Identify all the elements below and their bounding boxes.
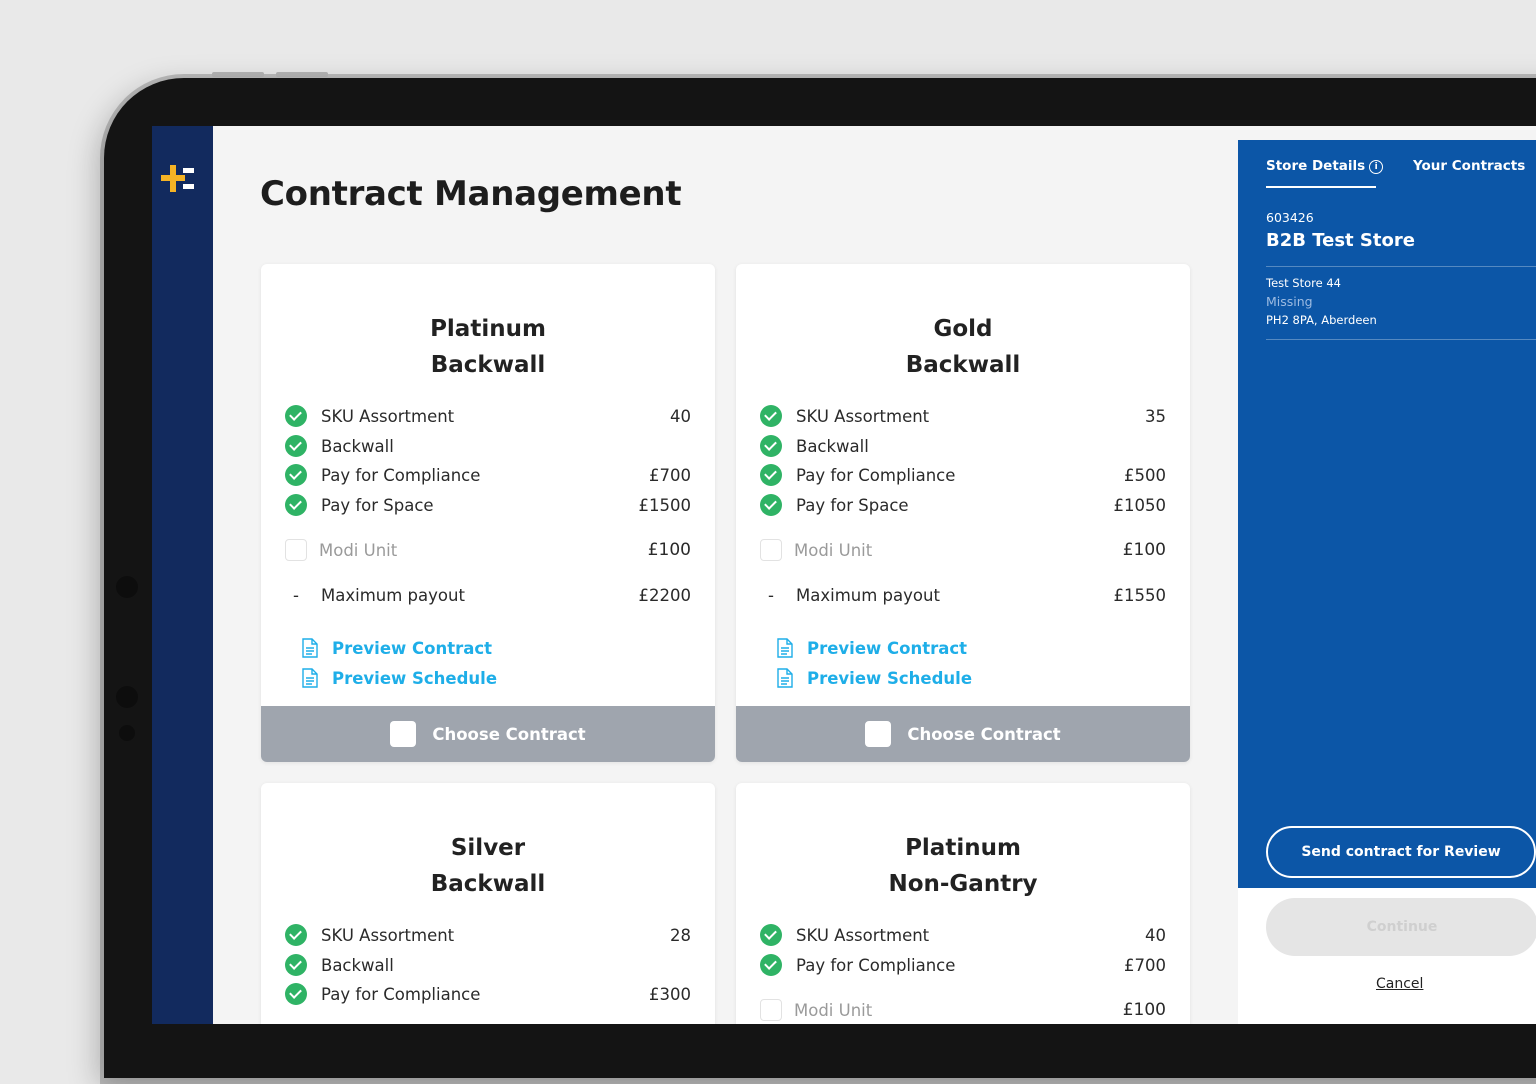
feature-row: SKU Assortment 28 [285, 922, 691, 948]
tablet-volume-button [212, 72, 264, 77]
cancel-link[interactable]: Cancel [1376, 976, 1423, 992]
page-title: Contract Management [260, 174, 682, 214]
feature-row: Pay for Space £1050 [760, 492, 1166, 518]
continue-button[interactable]: Continue [1266, 898, 1536, 956]
check-circle-icon [285, 405, 307, 427]
contract-card-silver-backwall: Silver Backwall SKU Assortment 28 Backwall… [261, 783, 715, 1024]
store-name: B2B Test Store [1266, 230, 1415, 251]
preview-schedule-link[interactable]: Preview Schedule [776, 665, 972, 691]
nav-rail [152, 126, 213, 1024]
info-icon[interactable]: i [1369, 160, 1384, 174]
address-line-2: Missing [1266, 294, 1313, 309]
feature-row: SKU Assortment 40 [285, 403, 691, 429]
preview-contract-link[interactable]: Preview Contract [776, 635, 967, 661]
tablet-sensor [116, 686, 138, 708]
tab-store-details[interactable]: Store Details i [1266, 158, 1384, 174]
feature-row: Pay for Compliance £500 [760, 462, 1166, 488]
check-circle-icon [760, 954, 782, 976]
max-payout-row: - Maximum payout £2200 [293, 585, 691, 605]
divider [1266, 266, 1536, 267]
preview-contract-link[interactable]: Preview Contract [301, 635, 492, 661]
feature-row: Pay for Compliance £300 [285, 981, 691, 1007]
feature-row: SKU Assortment 35 [760, 403, 1166, 429]
store-id: 603426 [1266, 210, 1314, 225]
divider [1266, 339, 1536, 340]
document-icon [777, 638, 793, 658]
optional-feature-row[interactable]: Modi Unit £100 [285, 537, 691, 563]
modi-unit-checkbox[interactable] [285, 539, 307, 561]
send-contract-for-review-button[interactable]: Send contract for Review [1266, 826, 1536, 878]
document-icon [302, 668, 318, 688]
check-circle-icon [285, 924, 307, 946]
tablet-volume-button [276, 72, 328, 77]
document-icon [302, 638, 318, 658]
document-icon [777, 668, 793, 688]
optional-feature-row[interactable]: Modi Unit £100 [760, 537, 1166, 563]
contract-title: Platinum Non-Gantry [888, 835, 1038, 897]
check-circle-icon [760, 405, 782, 427]
tablet-camera [116, 576, 138, 598]
contract-title: Platinum Backwall [430, 316, 546, 378]
app-screen: Contract Management Platinum Backwall SKU… [152, 126, 1536, 1024]
feature-row: Backwall [760, 433, 1166, 459]
feature-row: Pay for Compliance £700 [760, 952, 1166, 978]
feature-row: Backwall [285, 433, 691, 459]
choose-checkbox[interactable] [865, 721, 892, 747]
tab-your-contracts[interactable]: Your Contracts [1413, 158, 1525, 174]
contract-card-platinum-backwall: Platinum Backwall SKU Assortment 40 Backwa… [261, 264, 715, 762]
optional-feature-row[interactable]: Modi Unit £100 [760, 997, 1166, 1023]
check-circle-icon [285, 464, 307, 486]
choose-contract-button[interactable]: Choose Contract [261, 706, 715, 762]
check-circle-icon [285, 954, 307, 976]
max-payout-row: - Maximum payout £1550 [768, 585, 1166, 605]
feature-row: SKU Assortment 40 [760, 922, 1166, 948]
check-circle-icon [760, 435, 782, 457]
contract-card-platinum-non-gantry: Platinum Non-Gantry SKU Assortment 40 Pay … [736, 783, 1190, 1024]
check-circle-icon [285, 494, 307, 516]
store-details-panel: Store Details i Your Contracts 603426 B2B… [1238, 140, 1536, 888]
address-line-1: Test Store 44 [1266, 276, 1341, 290]
modi-unit-checkbox[interactable] [760, 999, 782, 1021]
feature-row: Pay for Compliance £700 [285, 462, 691, 488]
feature-row: Backwall [285, 952, 691, 978]
preview-schedule-link[interactable]: Preview Schedule [301, 665, 497, 691]
panel-actions: Continue Cancel [1238, 888, 1536, 1024]
active-tab-indicator [1266, 186, 1376, 188]
address-line-3: PH2 8PA, Aberdeen [1266, 313, 1377, 327]
modi-unit-checkbox[interactable] [760, 539, 782, 561]
check-circle-icon [285, 435, 307, 457]
check-circle-icon [760, 494, 782, 516]
contract-title: Gold Backwall [905, 316, 1021, 378]
check-circle-icon [760, 464, 782, 486]
plus-equals-logo-icon[interactable] [161, 162, 195, 194]
tablet-sensor [119, 725, 135, 741]
feature-row: Pay for Space £1500 [285, 492, 691, 518]
contract-card-gold-backwall: Gold Backwall SKU Assortment 35 Backwall P… [736, 264, 1190, 762]
choose-contract-button[interactable]: Choose Contract [736, 706, 1190, 762]
choose-checkbox[interactable] [390, 721, 417, 747]
contract-title: Silver Backwall [430, 835, 546, 897]
check-circle-icon [760, 924, 782, 946]
check-circle-icon [285, 983, 307, 1005]
